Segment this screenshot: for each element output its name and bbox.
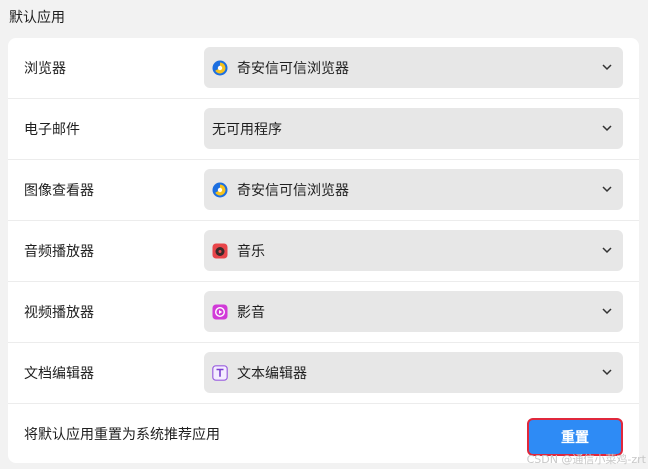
video-player-select[interactable]: 影音: [204, 291, 623, 332]
row-label-document-editor: 文档编辑器: [24, 366, 94, 382]
section-title: 默认应用: [9, 10, 65, 26]
audio-player-select-value: 音乐: [237, 243, 265, 260]
chevron-down-icon: [602, 186, 612, 193]
row-label-browser: 浏览器: [24, 61, 66, 77]
email-select-value: 无可用程序: [212, 121, 282, 138]
chevron-down-icon: [602, 369, 612, 376]
row-label-video-player: 视频播放器: [24, 305, 94, 321]
document-editor-select-value: 文本编辑器: [237, 365, 307, 382]
row-video-player: 视频播放器 影音: [8, 282, 639, 343]
audio-player-select[interactable]: 音乐: [204, 230, 623, 271]
movie-icon: [212, 304, 228, 320]
chevron-down-icon: [602, 64, 612, 71]
watermark: CSDN @通信小菜鸡-zrt: [526, 453, 646, 466]
text-editor-icon: [212, 364, 228, 381]
row-audio-player: 音频播放器 音乐: [8, 221, 639, 282]
row-email: 电子邮件 无可用程序: [8, 99, 639, 160]
chevron-down-icon: [602, 247, 612, 254]
row-document-editor: 文档编辑器 文本编辑器: [8, 343, 639, 404]
qianxin-browser-icon: [212, 182, 228, 198]
row-label-image-viewer: 图像查看器: [24, 183, 94, 199]
email-select[interactable]: 无可用程序: [204, 108, 623, 149]
row-label-audio-player: 音频播放器: [24, 244, 94, 260]
image-viewer-select-value: 奇安信可信浏览器: [237, 182, 349, 199]
image-viewer-select[interactable]: 奇安信可信浏览器: [204, 169, 623, 210]
reset-description: 将默认应用重置为系统推荐应用: [24, 426, 220, 443]
chevron-down-icon: [602, 308, 612, 315]
default-apps-card: 浏览器 奇安信可信浏览器 电子邮件 无可用程序 图像查看器 奇安信可信浏览器 音…: [8, 38, 639, 463]
qianxin-browser-icon: [212, 60, 228, 76]
music-icon: [212, 243, 228, 259]
browser-select-value: 奇安信可信浏览器: [237, 60, 349, 77]
document-editor-select[interactable]: 文本编辑器: [204, 352, 623, 393]
row-browser: 浏览器 奇安信可信浏览器: [8, 38, 639, 99]
row-label-email: 电子邮件: [24, 122, 80, 138]
chevron-down-icon: [602, 125, 612, 132]
row-image-viewer: 图像查看器 奇安信可信浏览器: [8, 160, 639, 221]
browser-select[interactable]: 奇安信可信浏览器: [204, 47, 623, 88]
video-player-select-value: 影音: [237, 304, 265, 321]
